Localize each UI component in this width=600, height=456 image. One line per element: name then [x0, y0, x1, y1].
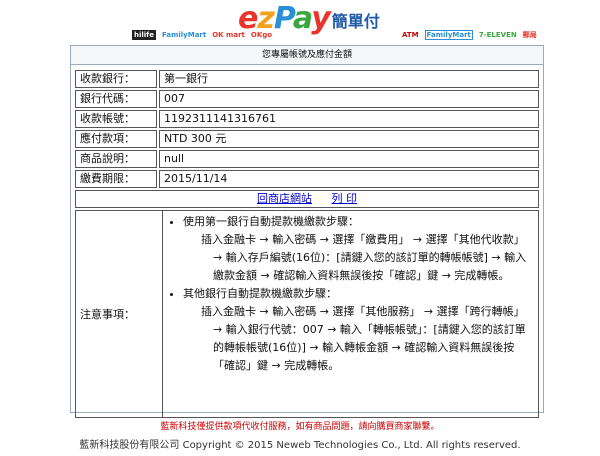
store-logo: ATM [402, 31, 419, 39]
logo-cn: 簡單付 [331, 12, 380, 31]
row-label: 收款帳號： [75, 110, 157, 128]
note-step: 插入金融卡 → 輸入密碼 → 選擇「其他服務」 → 選擇「跨行轉帳」 → 輸入銀… [201, 303, 532, 375]
store-logo: hilife [132, 30, 156, 40]
store-logo: 7-ELEVEN [478, 31, 517, 39]
notes-label: 注意事項： [76, 211, 163, 417]
ezpay-logo: ezPay 簡單付 [238, 4, 380, 34]
payment-info-table: 收款銀行： 第一銀行 銀行代碼： 007 收款帳號： 1192311141316… [73, 68, 541, 190]
print-link[interactable]: 列 印 [332, 192, 358, 205]
row-label: 應付款項： [75, 130, 157, 148]
notes-body: 使用第一銀行自動提款機繳款步驟： 插入金融卡 → 輸入密碼 → 選擇「繳費用」 … [163, 211, 538, 417]
table-row: 繳費期限： 2015/11/14 [75, 170, 539, 188]
note-step: 插入金融卡 → 輸入密碼 → 選擇「繳費用」 → 選擇「其他代收款」 → 輸入存… [201, 231, 532, 285]
logo-text: ezPay [238, 1, 331, 36]
row-value: null [159, 150, 539, 168]
row-value: 2015/11/14 [159, 170, 539, 188]
row-value: 第一銀行 [159, 70, 539, 88]
table-row: 收款帳號： 1192311141316761 [75, 110, 539, 128]
back-to-store-link[interactable]: 回商店網站 [257, 192, 312, 205]
store-logo: 郵局 [522, 31, 537, 39]
notes-list: 使用第一銀行自動提款機繳款步驟： 插入金融卡 → 輸入密碼 → 選擇「繳費用」 … [169, 213, 532, 375]
row-label: 收款銀行： [75, 70, 157, 88]
row-value: 007 [159, 90, 539, 108]
row-label: 繳費期限： [75, 170, 157, 188]
table-row: 商品說明： null [75, 150, 539, 168]
row-value: NTD 300 元 [159, 130, 539, 148]
store-logo: FamilyMart [424, 30, 473, 40]
store-logo: FamilyMart [161, 31, 207, 39]
service-disclaimer: 藍新科技僅提供款項代收付服務，如有商品問題，請向購買商家聯繫。 [160, 422, 440, 432]
partner-stores-right: ATM FamilyMart 7-ELEVEN 郵局 [402, 30, 537, 40]
action-links: 回商店網站 列 印 [75, 190, 539, 208]
step-text: 插入金融卡 → 輸入密碼 → 選擇「繳費用」 → 選擇「其他代收款」 → 輸入存… [201, 233, 527, 282]
header: hilife FamilyMart OK mart OKgo ezPay 簡單付… [0, 0, 600, 46]
notes-section: 注意事項： 使用第一銀行自動提款機繳款步驟： 插入金融卡 → 輸入密碼 → 選擇… [75, 210, 539, 418]
payment-panel: 您專屬帳號及應付金額 收款銀行： 第一銀行 銀行代碼： 007 收款帳號： 11… [70, 45, 544, 418]
row-label: 銀行代碼： [75, 90, 157, 108]
copyright: 藍新科技股份有限公司 Copyright © 2015 Neweb Techno… [79, 440, 521, 451]
note-heading: 其他銀行自動提款機繳款步驟： [183, 287, 337, 300]
table-row: 應付款項： NTD 300 元 [75, 130, 539, 148]
table-row: 收款銀行： 第一銀行 [75, 70, 539, 88]
list-item: 使用第一銀行自動提款機繳款步驟： 插入金融卡 → 輸入密碼 → 選擇「繳費用」 … [183, 213, 532, 285]
row-value: 1192311141316761 [159, 110, 539, 128]
panel-title: 您專屬帳號及應付金額 [71, 46, 543, 65]
list-item: 其他銀行自動提款機繳款步驟： 插入金融卡 → 輸入密碼 → 選擇「其他服務」 →… [183, 285, 532, 375]
note-heading: 使用第一銀行自動提款機繳款步驟： [183, 215, 359, 228]
table-row: 銀行代碼： 007 [75, 90, 539, 108]
step-text: 插入金融卡 → 輸入密碼 → 選擇「其他服務」 → 選擇「跨行轉帳」 → 輸入銀… [201, 305, 526, 372]
row-label: 商品說明： [75, 150, 157, 168]
